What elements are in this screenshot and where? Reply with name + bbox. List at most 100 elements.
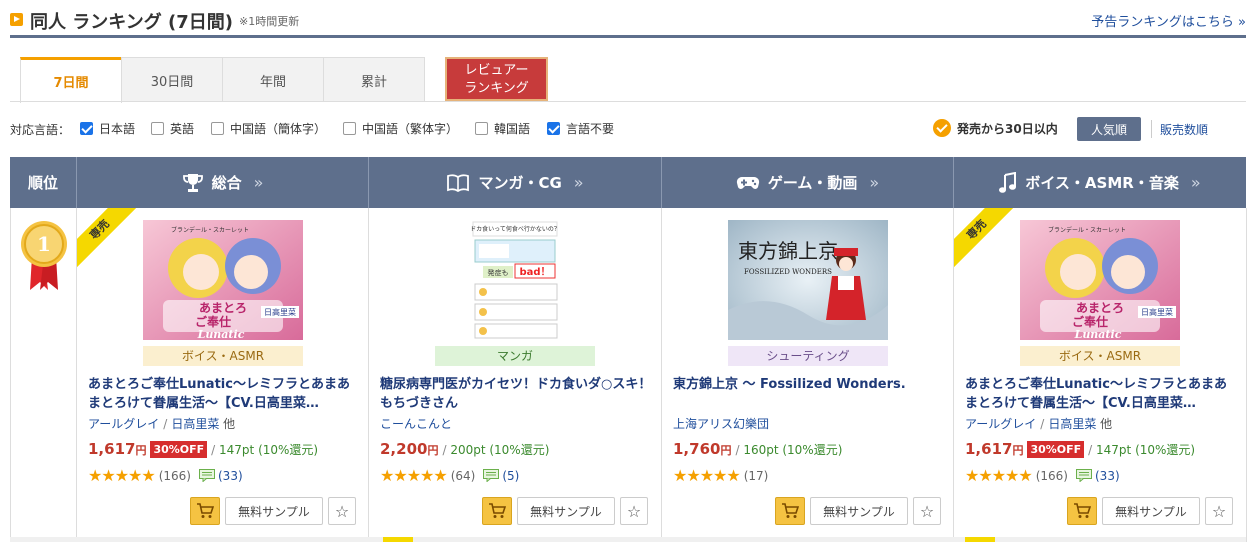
add-to-cart-button[interactable]	[482, 497, 512, 525]
maker-link[interactable]: アールグレイ	[88, 417, 159, 431]
exclusive-ribbon: 専売	[954, 208, 1014, 268]
free-sample-button[interactable]: 無料サンプル	[517, 497, 615, 525]
product-thumbnail[interactable]: 東方錦上京 FOSSILIZED WONDERS	[728, 220, 888, 340]
checkbox-checked	[547, 122, 560, 135]
tab-total[interactable]: 累計	[323, 57, 425, 102]
cover-text: 発症も	[488, 268, 509, 277]
comment-icon	[483, 469, 500, 482]
column-label: ボイス・ASMR・音楽	[1025, 174, 1179, 192]
maker-link[interactable]: アールグレイ	[965, 417, 1036, 431]
price-value: 2,200円	[380, 440, 438, 458]
product-actions: 無料サンプル ☆	[775, 497, 941, 525]
category-voice-header[interactable]: ボイス・ASMR・音楽 »	[953, 157, 1246, 208]
lang-chinese-simplified-checkbox[interactable]: 中国語（簡体字）	[211, 120, 326, 137]
sort-popular-button[interactable]: 人気順	[1077, 117, 1141, 141]
lang-japanese-checkbox[interactable]: 日本語	[80, 120, 135, 137]
product-title-link[interactable]: 糖尿病専門医がカイセツ！ドカ食いダ○スキ！もちづきさん	[380, 375, 652, 415]
review-count-link[interactable]: (33)	[199, 469, 243, 483]
favorite-star-icon[interactable]: ☆	[328, 497, 356, 525]
rating-info: ★★★★★ (17)	[673, 466, 768, 485]
favorite-star-icon[interactable]: ☆	[620, 497, 648, 525]
product-title-link[interactable]: あまとろご奉仕Lunatic～レミフラとあまあまとろけて眷属生活～【CV.日高里…	[88, 375, 360, 415]
chevron-right-icon: »	[573, 173, 584, 192]
toggle-label: 発売から30日以内	[957, 121, 1058, 136]
maker-info: こーんこんと	[380, 415, 452, 432]
genre-tag[interactable]: マンガ	[435, 346, 595, 366]
recent-30days-toggle[interactable]: 発売から30日以内	[933, 119, 1058, 137]
review-count-link[interactable]: (33)	[1076, 469, 1120, 483]
product-cover-image: あまとろ ご奉仕 Lunatic 日高里菜 ブランデール・スカーレット	[1020, 220, 1180, 340]
add-to-cart-button[interactable]	[775, 497, 805, 525]
category-overall-header[interactable]: 総合 »	[76, 157, 368, 208]
genre-tag[interactable]: ボイス・ASMR	[1020, 346, 1180, 366]
checkbox-label: 英語	[170, 122, 195, 136]
sort-sales-link[interactable]: 販売数順	[1160, 121, 1208, 138]
cover-text: ご奉仕	[195, 314, 231, 329]
cv-link[interactable]: 日高里菜	[1048, 417, 1096, 431]
star-rating-icon: ★★★★★	[88, 466, 156, 485]
gamepad-icon	[736, 176, 759, 189]
lang-english-checkbox[interactable]: 英語	[151, 120, 194, 137]
category-game-header[interactable]: ゲーム・動画 »	[661, 157, 953, 208]
product-thumbnail[interactable]: ドカ食いって何食べ行かないの？ 発症も bad！	[435, 220, 595, 340]
product-thumbnail[interactable]: あまとろ ご奉仕 Lunatic 日高里菜 ブランデール・スカーレット	[1020, 220, 1180, 340]
price-info: 2,200円 / 200pt (10%還元)	[380, 440, 549, 458]
rating-count: (17)	[743, 468, 769, 483]
price-number: 1,617	[965, 440, 1013, 458]
price-number: 1,617	[88, 440, 136, 458]
cart-icon	[197, 503, 214, 518]
review-count: (5)	[502, 468, 520, 483]
lang-none-checkbox[interactable]: 言語不要	[547, 120, 614, 137]
maker-info: アールグレイ / 日高里菜 他	[965, 417, 1113, 431]
product-actions: 無料サンプル ☆	[482, 497, 648, 525]
add-to-cart-button[interactable]	[1067, 497, 1097, 525]
tab-7days[interactable]: 7日間	[20, 57, 122, 103]
genre-tag[interactable]: ボイス・ASMR	[143, 346, 303, 366]
yen-unit: 円	[1012, 444, 1024, 457]
tab-yearly[interactable]: 年間	[222, 57, 324, 102]
music-note-icon	[999, 171, 1017, 193]
exclusive-label: 専売	[77, 208, 137, 268]
star-rating-icon: ★★★★★	[965, 466, 1033, 485]
product-cover-image: ドカ食いって何食べ行かないの？ 発症も bad！	[435, 220, 595, 340]
price-number: 2,200	[380, 440, 428, 458]
preview-ranking-link[interactable]: 予告ランキングはこちら »	[1091, 11, 1246, 30]
rating-info: ★★★★★ (166) (33)	[965, 466, 1120, 485]
price-value: 1,617円	[88, 440, 146, 458]
favorite-star-icon[interactable]: ☆	[1205, 497, 1233, 525]
lang-korean-checkbox[interactable]: 韓国語	[475, 120, 530, 137]
cover-text: Lunatic	[1074, 328, 1122, 340]
genre-tag[interactable]: シューティング	[728, 346, 888, 366]
cover-text: bad！	[519, 266, 550, 278]
star-rating-icon: ★★★★★	[380, 466, 448, 485]
maker-link[interactable]: こーんこんと	[380, 417, 452, 431]
discount-badge: 30%OFF	[150, 440, 208, 458]
maker-link[interactable]: 上海アリス幻樂団	[673, 417, 769, 431]
column-label: ゲーム・動画	[767, 174, 858, 192]
cv-link[interactable]: 日高里菜	[171, 417, 219, 431]
price-number: 1,760	[673, 440, 721, 458]
chevron-right-icon: »	[1190, 173, 1201, 192]
checkbox-label: 中国語（繁体字）	[362, 122, 459, 136]
free-sample-button[interactable]: 無料サンプル	[1102, 497, 1200, 525]
tab-30days[interactable]: 30日間	[121, 57, 223, 102]
ranking-header: 同人 ランキング (7日間) ※1時間更新 予告ランキングはこちら »	[10, 8, 1246, 38]
favorite-star-icon[interactable]: ☆	[913, 497, 941, 525]
rating-info: ★★★★★ (64) (5)	[380, 466, 519, 485]
lang-chinese-traditional-checkbox[interactable]: 中国語（繁体字）	[343, 120, 458, 137]
product-title-link[interactable]: あまとろご奉仕Lunatic～レミフラとあまあまとろけて眷属生活～【CV.日高里…	[965, 375, 1237, 415]
price-value: 1,760円	[673, 440, 731, 458]
product-actions: 無料サンプル ☆	[190, 497, 356, 525]
product-title-link[interactable]: 東方錦上京 ～ Fossilized Wonders.	[673, 375, 945, 415]
review-count-link[interactable]: (5)	[483, 469, 519, 483]
add-to-cart-button[interactable]	[190, 497, 220, 525]
rating-count: (166)	[158, 468, 191, 483]
cover-text: あまとろ	[199, 301, 247, 315]
free-sample-button[interactable]: 無料サンプル	[810, 497, 908, 525]
rank-number: 1	[37, 232, 51, 256]
product-thumbnail[interactable]: あまとろ ご奉仕 Lunatic 日高里菜 ブランデール・スカーレット	[143, 220, 303, 340]
chevron-right-icon: »	[869, 173, 880, 192]
category-manga-header[interactable]: マンガ・CG »	[368, 157, 661, 208]
tab-reviewer-ranking[interactable]: レビュアー ランキング	[445, 57, 548, 101]
free-sample-button[interactable]: 無料サンプル	[225, 497, 323, 525]
